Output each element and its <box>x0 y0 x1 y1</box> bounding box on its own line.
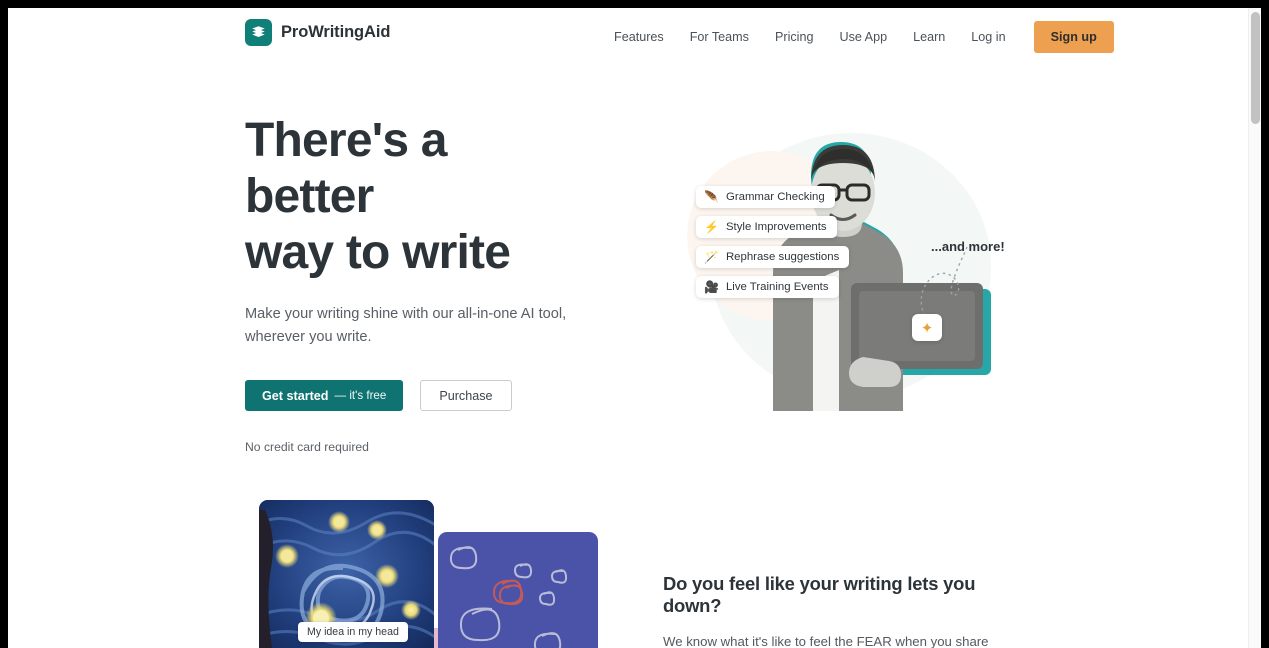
hero-illustration: ...and more! ✦ 🪶 Grammar Checking ⚡ Styl… <box>663 111 1028 411</box>
hero-title: There's a better way to write <box>245 113 585 281</box>
and-more-annotation: ...and more! <box>931 239 1005 254</box>
hero-subtitle: Make your writing shine with our all-in-… <box>245 306 567 345</box>
site-header: ProWritingAid Features For Teams Pricing… <box>8 8 1248 66</box>
feature-pill-rephrase-suggestions: 🪄 Rephrase suggestions <box>696 246 850 268</box>
lightning-bolt-icon: ⚡ <box>704 220 719 234</box>
nav-link-log-in[interactable]: Log in <box>958 24 1018 50</box>
nav-link-features[interactable]: Features <box>606 24 677 50</box>
book-check-logo-icon <box>245 19 272 46</box>
idea-illustration: My idea in my head <box>253 500 613 648</box>
my-idea-tooltip: My idea in my head <box>298 622 408 642</box>
nav-link-learn[interactable]: Learn <box>900 24 958 50</box>
feature-pill-label: Rephrase suggestions <box>725 251 840 263</box>
lower-heading: Do you feel like your writing lets you d… <box>663 573 976 616</box>
hero-section: There's a better way to write Make your … <box>8 66 1248 466</box>
feature-pill-grammar-checking: 🪶 Grammar Checking <box>696 186 835 208</box>
hero-cta-group: Get started — it's free Purchase <box>245 380 585 411</box>
lower-body-text: We know what it's like to feel the FEAR … <box>663 634 989 648</box>
feature-pill-live-training-events: 🎥 Live Training Events <box>696 276 839 298</box>
page-scrollbar[interactable]: ▲ <box>1248 8 1261 648</box>
hero-text-block: There's a better way to write Make your … <box>245 113 585 454</box>
feature-pill-label: Style Improvements <box>725 221 827 233</box>
hero-title-line-2: way to write <box>245 226 511 279</box>
main-navigation: Features For Teams Pricing Use App Learn… <box>606 8 1114 66</box>
page-canvas: ProWritingAid Features For Teams Pricing… <box>8 8 1261 648</box>
page-content: ProWritingAid Features For Teams Pricing… <box>8 8 1248 648</box>
brand-logo-link[interactable]: ProWritingAid <box>245 19 390 46</box>
no-credit-card-note: No credit card required <box>245 440 369 454</box>
feather-quill-icon: 🪶 <box>704 190 719 204</box>
lower-section: My idea in my head Do you feel like your… <box>8 478 1248 648</box>
nav-link-for-teams[interactable]: For Teams <box>677 24 762 50</box>
get-started-button[interactable]: Get started — it's free <box>245 380 404 411</box>
hero-title-line-1: There's a better <box>245 114 447 223</box>
film-camera-icon: 🎥 <box>704 280 719 294</box>
scribble-marks <box>449 546 568 648</box>
sign-up-button[interactable]: Sign up <box>1033 21 1114 53</box>
scribble-card <box>438 532 598 648</box>
feature-pill-label: Live Training Events <box>725 281 829 293</box>
sparkle-icon: ✦ <box>912 314 942 341</box>
get-started-subtext: — it's free <box>334 389 387 402</box>
nav-link-pricing[interactable]: Pricing <box>762 24 827 50</box>
purchase-button[interactable]: Purchase <box>420 380 512 411</box>
feature-pill-style-improvements: ⚡ Style Improvements <box>696 216 837 238</box>
magic-wand-icon: 🪄 <box>704 250 719 264</box>
feature-pill-label: Grammar Checking <box>725 191 825 203</box>
nav-link-use-app[interactable]: Use App <box>826 24 900 50</box>
lower-text-block: Do you feel like your writing lets you d… <box>663 573 1008 648</box>
browser-window-frame: ProWritingAid Features For Teams Pricing… <box>0 0 1269 648</box>
scrollbar-thumb[interactable] <box>1251 12 1260 124</box>
brand-name: ProWritingAid <box>281 23 391 41</box>
get-started-label: Get started <box>262 388 329 403</box>
